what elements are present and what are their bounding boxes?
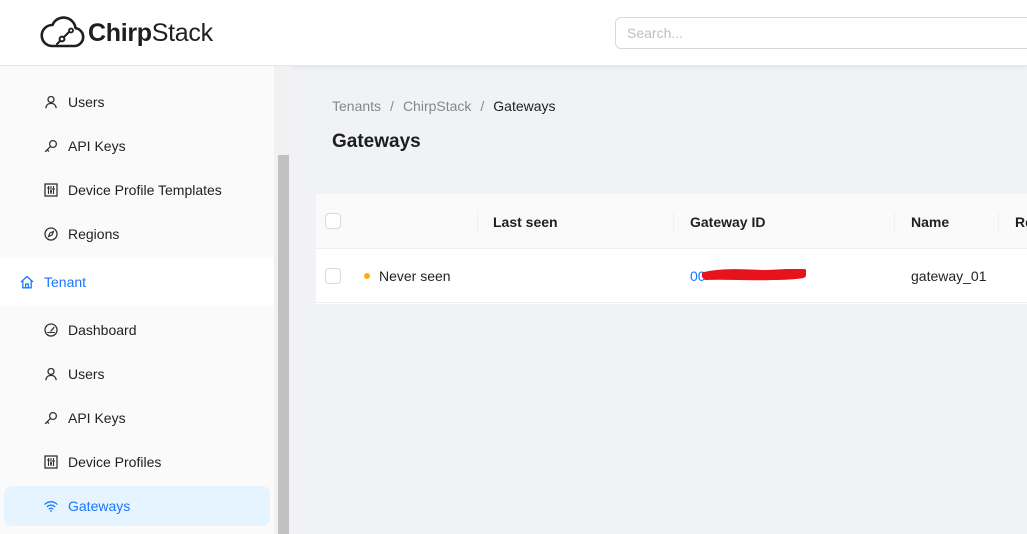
sidebar-item-device-profiles[interactable]: Device Profiles: [0, 442, 274, 482]
sidebar-item-label: Gateways: [68, 498, 131, 514]
gateway-id-cell: 00: [690, 249, 806, 303]
redaction-scribble: [702, 269, 806, 281]
sidebar-item-tenant-users[interactable]: Users: [0, 354, 274, 394]
breadcrumb-separator: /: [390, 98, 394, 114]
sidebar-item-label: API Keys: [68, 410, 126, 426]
brand-name-light: Stack: [151, 18, 213, 47]
sidebar-item-dashboard[interactable]: Dashboard: [0, 310, 274, 350]
breadcrumb-separator: /: [480, 98, 485, 114]
breadcrumb: Tenants / ChirpStack / Gateways: [332, 98, 556, 114]
sidebar-item-label: Device Profiles: [68, 454, 162, 470]
sidebar-item-api-keys[interactable]: API Keys: [0, 126, 274, 166]
status-dot: [364, 273, 370, 279]
user-icon: [44, 95, 58, 109]
column-divider: [894, 211, 895, 233]
breadcrumb-tenants[interactable]: Tenants: [332, 98, 381, 114]
sidebar-scrollbar-thumb[interactable]: [278, 155, 289, 534]
select-all-checkbox[interactable]: [325, 213, 341, 229]
column-header-gateway-id[interactable]: Gateway ID: [690, 194, 765, 249]
column-header-last-seen[interactable]: Last seen: [493, 194, 558, 249]
sidebar-item-label: Users: [68, 366, 105, 382]
sidebar-item-label: Regions: [68, 226, 120, 242]
column-header-region[interactable]: Re: [1015, 194, 1027, 249]
gateway-id-link[interactable]: 00: [690, 268, 806, 284]
last-seen-cell: Never seen: [364, 249, 451, 303]
column-header-name[interactable]: Name: [911, 194, 949, 249]
sidebar-item-label: Device Profile Templates: [68, 182, 222, 198]
sidebar-item-gateways[interactable]: Gateways: [4, 486, 270, 526]
home-icon: [20, 275, 34, 289]
name-cell: gateway_01: [911, 268, 987, 284]
sidebar-item-regions[interactable]: Regions: [0, 214, 274, 254]
sidebar-item-tenant-api-keys[interactable]: API Keys: [0, 398, 274, 438]
cloud-logo-icon: [40, 16, 85, 48]
compass-icon: [44, 227, 58, 241]
search-input[interactable]: [615, 17, 1027, 49]
page-title: Gateways: [332, 131, 421, 152]
table-header: Last seen Gateway ID Name Re: [316, 194, 1027, 249]
sidebar-item-label: Users: [68, 94, 105, 110]
brand-name: ChirpStack: [88, 19, 213, 48]
last-seen-text: Never seen: [379, 268, 451, 284]
table-row[interactable]: Never seen 00 gateway_01: [316, 249, 1027, 303]
sidebar-item-device-profile-templates[interactable]: Device Profile Templates: [0, 170, 274, 210]
sidebar-item-label: API Keys: [68, 138, 126, 154]
sliders-icon: [44, 183, 58, 197]
top-header: ChirpStack: [0, 0, 1027, 66]
column-divider: [477, 211, 478, 233]
sidebar-group-tenant[interactable]: Tenant: [0, 258, 274, 306]
user-icon: [44, 367, 58, 381]
breadcrumb-gateways: Gateways: [493, 98, 556, 114]
row-checkbox[interactable]: [325, 268, 341, 284]
sidebar-item-label: Dashboard: [68, 322, 137, 338]
sidebar-item-users[interactable]: Users: [0, 82, 274, 122]
sidebar-item-label: Tenant: [44, 274, 87, 290]
column-divider: [998, 211, 999, 233]
key-icon: [44, 411, 58, 425]
sliders-icon: [44, 455, 58, 469]
breadcrumb-chirpstack[interactable]: ChirpStack: [403, 98, 471, 114]
brand-name-bold: Chirp: [88, 18, 152, 47]
chirpstack-logo[interactable]: ChirpStack: [40, 15, 213, 51]
wifi-icon: [44, 499, 58, 513]
gateways-table: Last seen Gateway ID Name Re Never seen …: [316, 194, 1027, 304]
dashboard-icon: [44, 323, 58, 337]
key-icon: [44, 139, 58, 153]
column-divider: [673, 211, 674, 233]
